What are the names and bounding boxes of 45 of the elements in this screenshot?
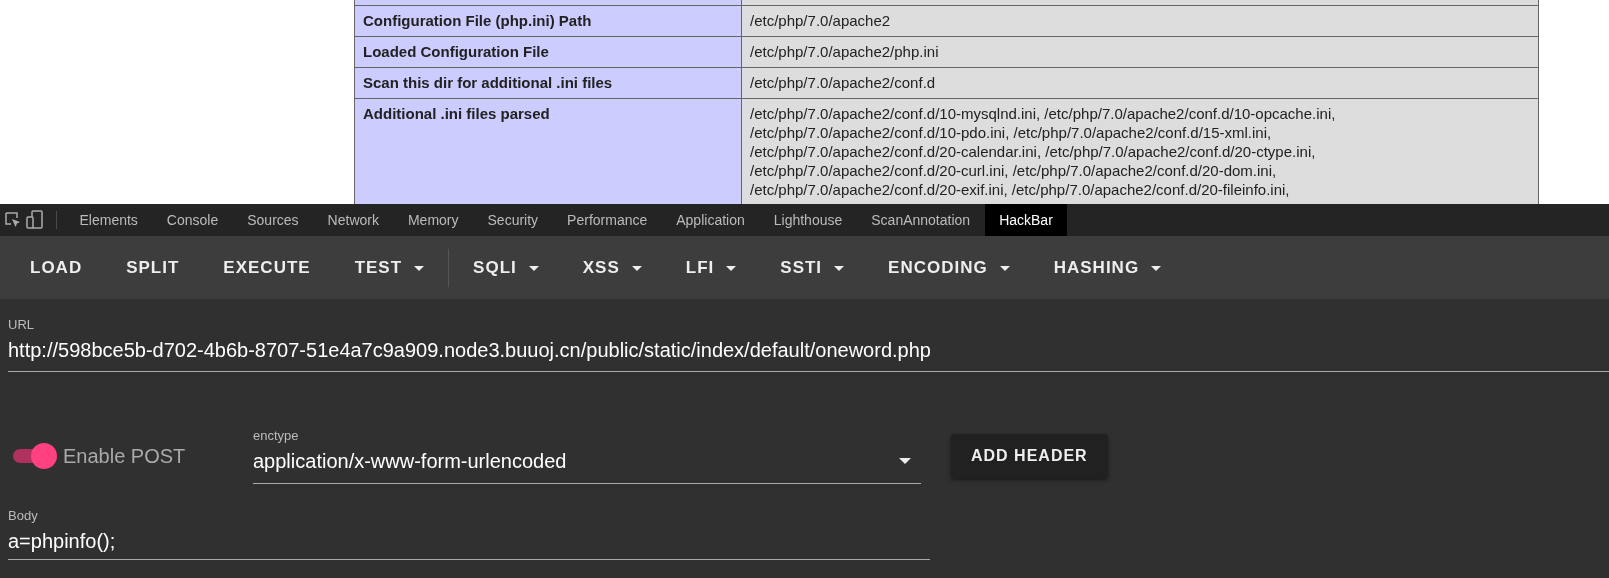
table-cell: /etc/php/7.0/apache2/conf.d/10-mysqlnd.ini, /etc/php/7.0/apache2/conf.d/10-opcache.ini, /etc/php/7.0/apache2/conf.d/10-pdo.ini, /etc/php/7.0/apache2/conf.d/15-xml.ini, /etc/php/7.0/apache2/conf.d/20-calendar.ini, /etc/php/7.0/apache2/conf.d/20-ctype.ini, /etc/php/7.0/apache2/conf.d/20-curl.ini, /etc/php/7.0/apache2/conf.d/20-dom.ini, /etc/php/7.0/apache2/conf.d/20-exif.ini, /etc/php/7.0/apache2/conf.d/20-fileinfo.ini, — [741, 98, 1539, 204]
table-cell: Configuration File (php.ini) Path — [354, 5, 742, 37]
table-cell: /etc/php/7.0/apache2 — [741, 5, 1539, 37]
devtools-tab[interactable]: Security — [473, 204, 553, 236]
menu-button[interactable]: ENCODING — [866, 248, 1032, 288]
caret-icon — [999, 265, 1010, 271]
table-cell: Additional .ini files parsed — [354, 98, 742, 204]
table-cell: Loaded Configuration File — [354, 36, 742, 68]
caret-icon — [528, 265, 539, 271]
inspect-icon[interactable] — [4, 211, 22, 229]
toolbar-button[interactable]: LOAD — [8, 248, 105, 288]
menu-button[interactable]: XSS — [560, 248, 664, 288]
devtools-tab[interactable]: Network — [313, 204, 394, 236]
devtools-tab[interactable]: HackBar — [984, 204, 1068, 236]
menu-button[interactable]: SQLI — [451, 248, 561, 288]
devtools-tab[interactable]: Memory — [393, 204, 473, 236]
caret-icon — [726, 265, 737, 271]
menu-button[interactable]: SSTI — [758, 248, 867, 288]
caret-icon — [834, 265, 845, 271]
devtools-tab[interactable]: Performance — [552, 204, 662, 236]
devtools-tab[interactable]: ScanAnnotation — [856, 204, 985, 236]
devtools-tab[interactable]: Lighthouse — [759, 204, 857, 236]
enable-post-label: Enable POST — [63, 444, 187, 468]
add-header-button[interactable]: ADD HEADER — [951, 434, 1108, 478]
caret-icon — [1151, 265, 1162, 271]
toolbar-button[interactable]: EXECUTE — [201, 248, 333, 288]
devtools-tab[interactable]: Console — [152, 204, 233, 236]
menu-button[interactable]: HASHING — [1031, 248, 1184, 288]
url-field[interactable]: URL http://598bce5b-d702-4b6b-8707-51e4a7c9a909.node3.buuoj.cn/public/static/index/default/oneword.php — [8, 317, 1609, 372]
table-cell: /etc/php/7.0/apache2/conf.d — [741, 67, 1539, 99]
body-field[interactable]: Body a=phpinfo(); — [8, 508, 930, 560]
menu-button[interactable]: LFI — [663, 248, 759, 288]
devtools-tab[interactable]: Sources — [232, 204, 314, 236]
caret-icon — [631, 265, 642, 271]
table-cell: Scan this dir for additional .ini files — [354, 67, 742, 99]
caret-icon — [414, 265, 425, 271]
enctype-select[interactable]: enctype application/x-www-form-urlencoded — [253, 428, 921, 484]
devtools-tab[interactable]: Elements — [65, 204, 153, 236]
caret-icon — [899, 458, 911, 464]
menu-button[interactable]: TEST — [332, 248, 447, 288]
device-icon[interactable] — [26, 210, 44, 230]
toolbar-button[interactable]: SPLIT — [104, 248, 202, 288]
table-cell: /etc/php/7.0/apache2/php.ini — [741, 36, 1539, 68]
enable-post-toggle[interactable] — [11, 443, 57, 469]
devtools-tab[interactable]: Application — [661, 204, 760, 236]
